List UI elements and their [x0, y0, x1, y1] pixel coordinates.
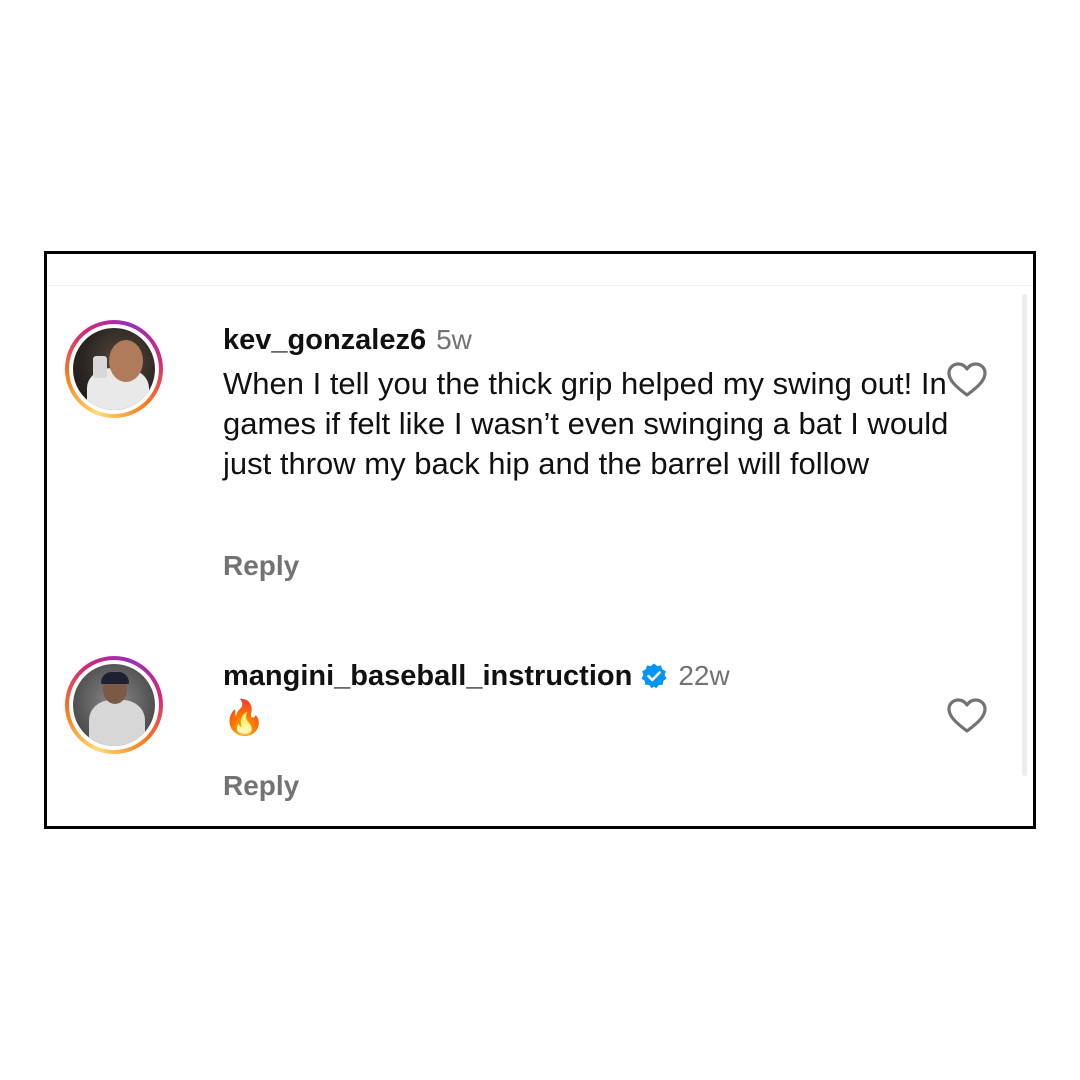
avatar: [73, 328, 155, 410]
avatar-story-ring[interactable]: [65, 320, 163, 418]
fire-emoji-comment: 🔥: [223, 699, 266, 737]
heart-outline-icon[interactable]: [947, 698, 987, 734]
reply-button[interactable]: Reply: [223, 770, 299, 802]
avatar: [73, 664, 155, 746]
comment-timestamp: 22w: [678, 660, 730, 691]
comment-text: When I tell you the thick grip helped my…: [223, 366, 949, 481]
comment-timestamp: 5w: [436, 324, 472, 355]
verified-badge-icon: [640, 662, 668, 690]
divider: [47, 285, 1033, 286]
avatar-story-ring[interactable]: [65, 656, 163, 754]
username[interactable]: kev_gonzalez6: [223, 324, 426, 357]
heart-outline-icon[interactable]: [947, 362, 987, 398]
scrollbar[interactable]: [1022, 294, 1027, 776]
comments-panel: kev_gonzalez6 5w When I tell you the thi…: [44, 251, 1036, 829]
username[interactable]: mangini_baseball_instruction: [223, 660, 632, 693]
reply-button[interactable]: Reply: [223, 550, 299, 582]
